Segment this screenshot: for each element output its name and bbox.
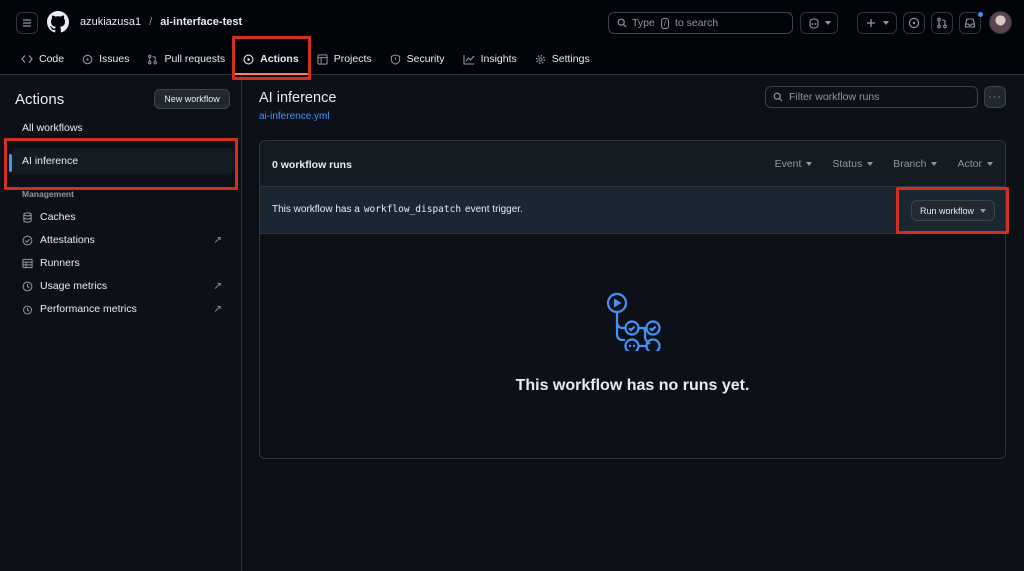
pull-requests-button[interactable] (931, 12, 953, 34)
branch-filter-dropdown[interactable]: Branch (893, 158, 937, 170)
tab-code-label: Code (39, 53, 65, 65)
dispatch-text-before: This workflow has a (272, 204, 360, 215)
graph-icon (463, 54, 474, 65)
status-filter-dropdown[interactable]: Status (832, 158, 873, 170)
run-workflow-button[interactable]: Run workflow (911, 200, 995, 221)
stopwatch-icon (23, 305, 32, 314)
breadcrumb: azukiazusa1 / ai-interface-test (80, 16, 242, 28)
actor-filter-dropdown[interactable]: Actor (957, 158, 993, 170)
tab-code[interactable]: Code (12, 47, 73, 71)
sidebar-item-ai-inference[interactable]: AI inference (12, 148, 234, 174)
avatar[interactable] (989, 11, 1012, 34)
selected-indicator (9, 154, 12, 172)
external-link-icon: ↗ (213, 234, 222, 246)
tab-settings[interactable]: Settings (526, 47, 599, 71)
pull-request-icon (148, 54, 158, 64)
clock-icon (22, 281, 33, 291)
breadcrumb-separator: / (149, 16, 153, 28)
sidebar-title: Actions (15, 91, 65, 108)
workflow-title: AI inference (259, 90, 337, 106)
repo-owner-link[interactable]: azukiazusa1 (80, 16, 141, 28)
external-link-icon: ↗ (213, 280, 222, 292)
github-logo-icon[interactable] (47, 11, 69, 33)
event-filter-dropdown[interactable]: Event (775, 158, 813, 170)
sidebar-item-label: Caches (40, 211, 76, 223)
issue-icon (82, 54, 93, 64)
copilot-button[interactable] (800, 12, 838, 34)
database-icon (23, 211, 32, 223)
shield-icon (390, 53, 400, 65)
chevron-down-icon (824, 21, 831, 25)
dispatch-banner: This workflow has a workflow_dispatch ev… (260, 187, 1005, 234)
search-icon (617, 18, 627, 28)
tab-security[interactable]: Security (381, 47, 454, 71)
search-shortcut-key: / (660, 17, 669, 29)
tab-settings-label: Settings (551, 53, 590, 65)
workflow-icon (606, 292, 661, 351)
hamburger-icon (23, 19, 31, 27)
gear-icon (535, 54, 545, 64)
runs-count: 0 workflow runs (272, 159, 352, 171)
plus-icon (866, 19, 875, 27)
tab-actions[interactable]: Actions (234, 47, 308, 75)
tab-projects[interactable]: Projects (308, 47, 381, 71)
repo-navigation: Code Issues Pull requests Actions Projec… (12, 45, 599, 75)
chevron-down-icon (882, 21, 889, 25)
external-link-icon: ↗ (213, 303, 222, 315)
tab-insights[interactable]: Insights (454, 47, 526, 71)
tab-actions-label: Actions (260, 53, 299, 65)
search-icon (773, 92, 783, 102)
pull-request-icon (937, 17, 947, 29)
repo-name-link[interactable]: ai-interface-test (160, 16, 242, 28)
sidebar-item-label: Runners (40, 257, 80, 269)
sidebar-item-label: AI inference (22, 155, 79, 167)
filter-workflow-runs-input[interactable]: Filter workflow runs (765, 86, 978, 108)
search-suffix: to search (675, 17, 719, 29)
filter-placeholder: Filter workflow runs (789, 91, 880, 103)
verified-icon (22, 235, 33, 245)
runs-header: 0 workflow runs Event Status Branch Acto… (260, 141, 1005, 187)
search-prefix: Type (632, 17, 655, 29)
code-icon (21, 55, 33, 63)
empty-state-message: This workflow has no runs yet. (515, 377, 750, 394)
menu-button[interactable] (16, 12, 38, 34)
actions-sidebar: Actions New workflow All workflows AI in… (0, 75, 242, 571)
tab-insights-label: Insights (480, 53, 517, 65)
tab-security-label: Security (406, 53, 445, 65)
runs-filters: Event Status Branch Actor (775, 158, 993, 170)
sidebar-item-label: Usage metrics (40, 280, 108, 292)
new-workflow-button[interactable]: New workflow (154, 89, 230, 109)
create-new-button[interactable] (857, 12, 897, 34)
workflow-file-link[interactable]: ai-inference.yml (259, 111, 330, 122)
run-workflow-label: Run workflow (919, 205, 975, 216)
tab-issues-label: Issues (99, 53, 130, 65)
dispatch-text-after: event trigger. (465, 204, 523, 215)
play-icon (243, 54, 254, 64)
tab-issues[interactable]: Issues (73, 47, 138, 71)
sidebar-item-label: All workflows (22, 122, 83, 134)
table-icon (317, 53, 328, 65)
workflow-runs-panel: 0 workflow runs Event Status Branch Acto… (259, 140, 1006, 459)
sidebar-item-performance-metrics[interactable]: Performance metrics ↗ (12, 296, 234, 322)
search-input[interactable]: Type / to search (608, 12, 793, 34)
server-icon (22, 258, 33, 268)
dispatch-message: This workflow has a workflow_dispatch ev… (272, 204, 523, 215)
dispatch-event-code: workflow_dispatch (363, 204, 462, 215)
tab-projects-label: Projects (333, 53, 372, 65)
more-options-button[interactable]: ··· (984, 86, 1006, 108)
sidebar-item-label: Performance metrics (40, 303, 137, 315)
tab-pull-requests[interactable]: Pull requests (138, 47, 234, 71)
tab-pull-requests-label: Pull requests (164, 53, 226, 65)
sidebar-item-all-workflows[interactable]: All workflows (12, 115, 234, 141)
notification-indicator (977, 11, 984, 18)
management-heading: Management (22, 189, 74, 199)
issues-button[interactable] (903, 12, 925, 34)
issue-icon (908, 17, 920, 29)
copilot-icon (808, 17, 819, 29)
inbox-icon (964, 18, 976, 28)
sidebar-item-label: Attestations (40, 234, 95, 246)
